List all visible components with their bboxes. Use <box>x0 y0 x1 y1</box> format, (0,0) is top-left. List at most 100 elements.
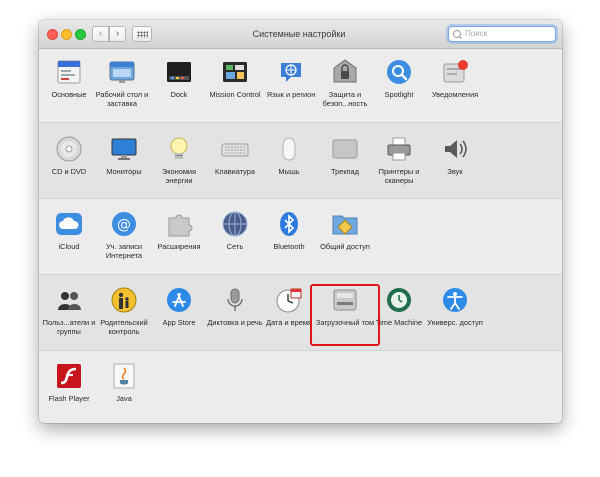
title-bar: ‹ › Системные настройки Поиск <box>39 20 562 49</box>
pref-internet-accounts[interactable]: @ Уч. записи Интернета <box>94 210 154 260</box>
pref-label: Основные <box>51 90 87 99</box>
security-icon <box>331 58 359 86</box>
pref-label: Звук <box>447 167 463 176</box>
minimize-window-button[interactable] <box>61 29 72 40</box>
dock-icon <box>165 58 193 86</box>
spotlight-icon <box>385 58 413 86</box>
time-machine-icon <box>385 286 413 314</box>
pref-label: Flash Player <box>48 394 90 403</box>
keyboard-icon <box>221 135 249 163</box>
back-button[interactable]: ‹ <box>92 26 109 42</box>
displays-icon <box>110 135 138 163</box>
pref-label: Mission Control <box>209 90 261 99</box>
pref-icloud[interactable]: iCloud <box>39 210 99 251</box>
pref-mission-control[interactable]: Mission Control <box>205 58 265 99</box>
cd-dvd-icon <box>55 135 83 163</box>
pref-label: Мышь <box>278 167 300 176</box>
sharing-icon <box>331 210 359 238</box>
flash-player-icon <box>55 362 83 390</box>
pref-label: Универс. доступ <box>427 318 483 327</box>
pref-label: CD и DVD <box>51 167 87 176</box>
extensions-icon <box>165 210 193 238</box>
grid-icon <box>137 31 148 38</box>
forward-button[interactable]: › <box>109 26 126 42</box>
highlight-startup-disk <box>310 284 380 346</box>
trackpad-icon <box>331 135 359 163</box>
printers-icon <box>385 135 413 163</box>
pref-network[interactable]: Сеть <box>205 210 265 251</box>
pref-trackpad[interactable]: Трекпад <box>315 135 375 176</box>
pref-users-groups[interactable]: Польз...атели и группы <box>39 286 99 336</box>
svg-text:@: @ <box>117 217 131 233</box>
pref-spotlight[interactable]: Spotlight <box>369 58 429 99</box>
pref-label: Экономия энергии <box>161 167 197 185</box>
pref-label: Язык и регион <box>266 90 316 99</box>
system-preferences-window: ‹ › Системные настройки Поиск Основные Р… <box>39 20 562 423</box>
pref-label: App Store <box>162 318 196 327</box>
pref-displays[interactable]: Мониторы <box>94 135 154 176</box>
internet-accounts-icon: @ <box>110 210 138 238</box>
pref-parental-controls[interactable]: Родительский контроль <box>94 286 154 336</box>
search-icon <box>453 30 461 38</box>
search-field[interactable]: Поиск <box>448 26 556 42</box>
pref-sound[interactable]: Звук <box>425 135 485 176</box>
pref-label: Сеть <box>226 242 244 251</box>
dictation-icon <box>221 286 249 314</box>
pref-desktop-screensaver[interactable]: Рабочий стол и заставка <box>92 58 152 108</box>
pref-label: Защита и безоп...ность <box>322 90 368 108</box>
window-title: Системные настройки <box>252 29 346 39</box>
sound-icon <box>441 135 469 163</box>
icloud-icon <box>55 210 83 238</box>
pref-sharing[interactable]: Общий доступ <box>315 210 375 251</box>
pref-accessibility[interactable]: Универс. доступ <box>425 286 485 327</box>
search-placeholder: Поиск <box>465 29 488 38</box>
pref-label: iCloud <box>58 242 80 251</box>
pref-security[interactable]: Защита и безоп...ность <box>315 58 375 108</box>
pref-mouse[interactable]: Мышь <box>259 135 319 176</box>
pref-label: Java <box>116 394 132 403</box>
mission-control-icon <box>221 58 249 86</box>
show-all-button[interactable] <box>132 26 152 42</box>
pref-label: Spotlight <box>384 90 414 99</box>
pref-label: Расширения <box>157 242 201 251</box>
pref-label: Родительский контроль <box>100 318 148 336</box>
date-time-icon <box>275 286 303 314</box>
pref-java[interactable]: Java <box>94 362 154 403</box>
pref-label: Трекпад <box>331 167 359 176</box>
pref-label: Общий доступ <box>320 242 370 251</box>
zoom-window-button[interactable] <box>75 29 86 40</box>
pref-label: Рабочий стол и заставка <box>95 90 149 108</box>
bluetooth-icon <box>275 210 303 238</box>
users-groups-icon <box>55 286 83 314</box>
pref-label: Dock <box>170 90 188 99</box>
pref-extensions[interactable]: Расширения <box>149 210 209 251</box>
mouse-icon <box>275 135 303 163</box>
pref-notifications[interactable]: Уведомления <box>425 58 485 99</box>
pref-label: Клавиатура <box>214 167 256 176</box>
pref-label: Уч. записи Интернета <box>105 242 143 260</box>
pref-dock[interactable]: Dock <box>149 58 209 99</box>
pref-bluetooth[interactable]: Bluetooth <box>259 210 319 251</box>
pref-language-region[interactable]: Язык и регион <box>261 58 321 99</box>
java-icon <box>110 362 138 390</box>
pref-general[interactable]: Основные <box>39 58 99 99</box>
pref-label: Польз...атели и группы <box>42 318 96 336</box>
close-window-button[interactable] <box>47 29 58 40</box>
pref-flash-player[interactable]: Flash Player <box>39 362 99 403</box>
parental-controls-icon <box>110 286 138 314</box>
pref-dictation-speech[interactable]: Диктовка и речь <box>205 286 265 327</box>
pref-label: Диктовка и речь <box>207 318 263 327</box>
accessibility-icon <box>441 286 469 314</box>
network-icon <box>221 210 249 238</box>
pref-keyboard[interactable]: Клавиатура <box>205 135 265 176</box>
desktop-screensaver-icon <box>108 58 136 86</box>
language-region-icon <box>277 58 305 86</box>
notifications-icon <box>441 58 469 86</box>
energy-saver-icon <box>165 135 193 163</box>
pref-energy-saver[interactable]: Экономия энергии <box>149 135 209 185</box>
pref-cd-dvd[interactable]: CD и DVD <box>39 135 99 176</box>
pref-printers-scanners[interactable]: Принтеры и сканеры <box>369 135 429 185</box>
pref-label: Мониторы <box>106 167 142 176</box>
pref-app-store[interactable]: App Store <box>149 286 209 327</box>
pref-label: Bluetooth <box>273 242 305 251</box>
